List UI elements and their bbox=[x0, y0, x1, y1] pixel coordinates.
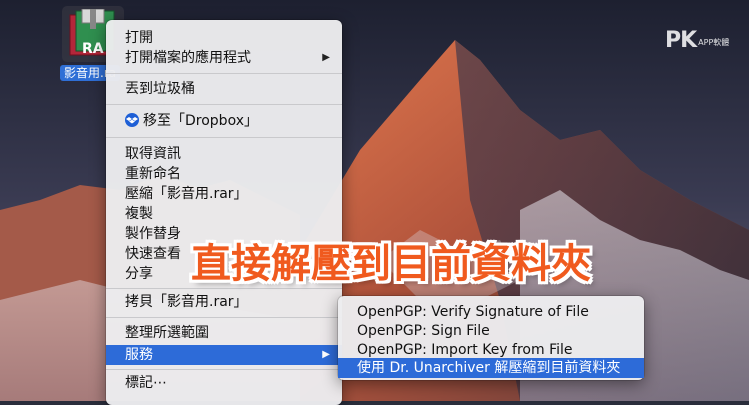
menu-item-move-to-trash[interactable]: 丟到垃圾桶 bbox=[106, 79, 342, 99]
submenu-item-openpgp-verify[interactable]: OpenPGP: Verify Signature of File bbox=[338, 302, 644, 322]
menu-item-label: 複製 bbox=[125, 206, 153, 222]
menu-separator bbox=[106, 73, 342, 74]
submenu-item-label: 使用 Dr. Unarchiver 解壓縮到目前資料夾 bbox=[357, 360, 621, 376]
menu-item-clean-up-selection[interactable]: 整理所選範圍 bbox=[106, 323, 342, 343]
menu-item-label: 打開檔案的應用程式 bbox=[125, 50, 251, 66]
watermark-text: PK bbox=[665, 28, 697, 53]
submenu-item-label: OpenPGP: Import Key from File bbox=[357, 342, 573, 358]
submenu-item-openpgp-import-key[interactable]: OpenPGP: Import Key from File bbox=[338, 340, 644, 360]
menu-item-open[interactable]: 打開 bbox=[106, 28, 342, 48]
menu-item-label: 丟到垃圾桶 bbox=[125, 81, 195, 97]
menu-item-label: 打開 bbox=[125, 30, 153, 46]
menu-item-label: 服務 bbox=[125, 347, 153, 363]
menu-item-open-with[interactable]: 打開檔案的應用程式 ▶ bbox=[106, 48, 342, 68]
menu-item-label: 標記⋯ bbox=[125, 375, 167, 391]
menu-item-copy[interactable]: 拷貝「影音用.rar」 bbox=[106, 292, 342, 312]
menu-item-rename[interactable]: 重新命名 bbox=[106, 164, 342, 184]
menu-item-compress[interactable]: 壓縮「影音用.rar」 bbox=[106, 184, 342, 204]
menu-item-label: 拷貝「影音用.rar」 bbox=[125, 294, 248, 310]
menu-item-label: 重新命名 bbox=[125, 166, 181, 182]
submenu-item-dr-unarchiver-extract[interactable]: 使用 Dr. Unarchiver 解壓縮到目前資料夾 bbox=[338, 358, 644, 378]
watermark-tag: APP軟體 bbox=[698, 38, 730, 47]
menu-separator bbox=[106, 104, 342, 105]
dropbox-icon bbox=[125, 113, 139, 127]
menu-item-label: 壓縮「影音用.rar」 bbox=[125, 186, 248, 202]
services-submenu: OpenPGP: Verify Signature of File OpenPG… bbox=[338, 296, 644, 380]
menu-item-label: 製作替身 bbox=[125, 226, 181, 242]
menu-item-label: 取得資訊 bbox=[125, 146, 181, 162]
menu-item-services[interactable]: 服務 ▶ bbox=[106, 345, 342, 365]
menu-separator bbox=[106, 369, 342, 370]
submenu-item-label: OpenPGP: Verify Signature of File bbox=[357, 304, 589, 320]
menu-item-get-info[interactable]: 取得資訊 bbox=[106, 144, 342, 164]
menu-item-move-to-dropbox[interactable]: 移至「Dropbox」 bbox=[106, 111, 342, 131]
submenu-arrow-icon: ▶ bbox=[322, 349, 330, 360]
menu-item-label: 整理所選範圍 bbox=[125, 325, 209, 341]
menu-item-label: 分享 bbox=[125, 266, 153, 282]
submenu-arrow-icon: ▶ bbox=[322, 52, 330, 63]
submenu-item-openpgp-sign[interactable]: OpenPGP: Sign File bbox=[338, 321, 644, 341]
watermark-logo: PK APP軟體 bbox=[665, 28, 729, 53]
menu-item-label: 快速查看 bbox=[125, 246, 181, 262]
menu-item-duplicate[interactable]: 複製 bbox=[106, 204, 342, 224]
menu-separator bbox=[106, 317, 342, 318]
submenu-item-label: OpenPGP: Sign File bbox=[357, 323, 490, 339]
menu-separator bbox=[106, 137, 342, 138]
annotation-banner: 直接解壓到目前資料夾 bbox=[191, 241, 591, 287]
menu-item-tags[interactable]: 標記⋯ bbox=[106, 373, 342, 393]
context-menu: 打開 打開檔案的應用程式 ▶ 丟到垃圾桶 移至「Dropbox」 取得資訊 重新… bbox=[106, 20, 342, 405]
rar-icon-text: RA bbox=[82, 41, 104, 57]
menu-item-label: 移至「Dropbox」 bbox=[143, 113, 258, 129]
